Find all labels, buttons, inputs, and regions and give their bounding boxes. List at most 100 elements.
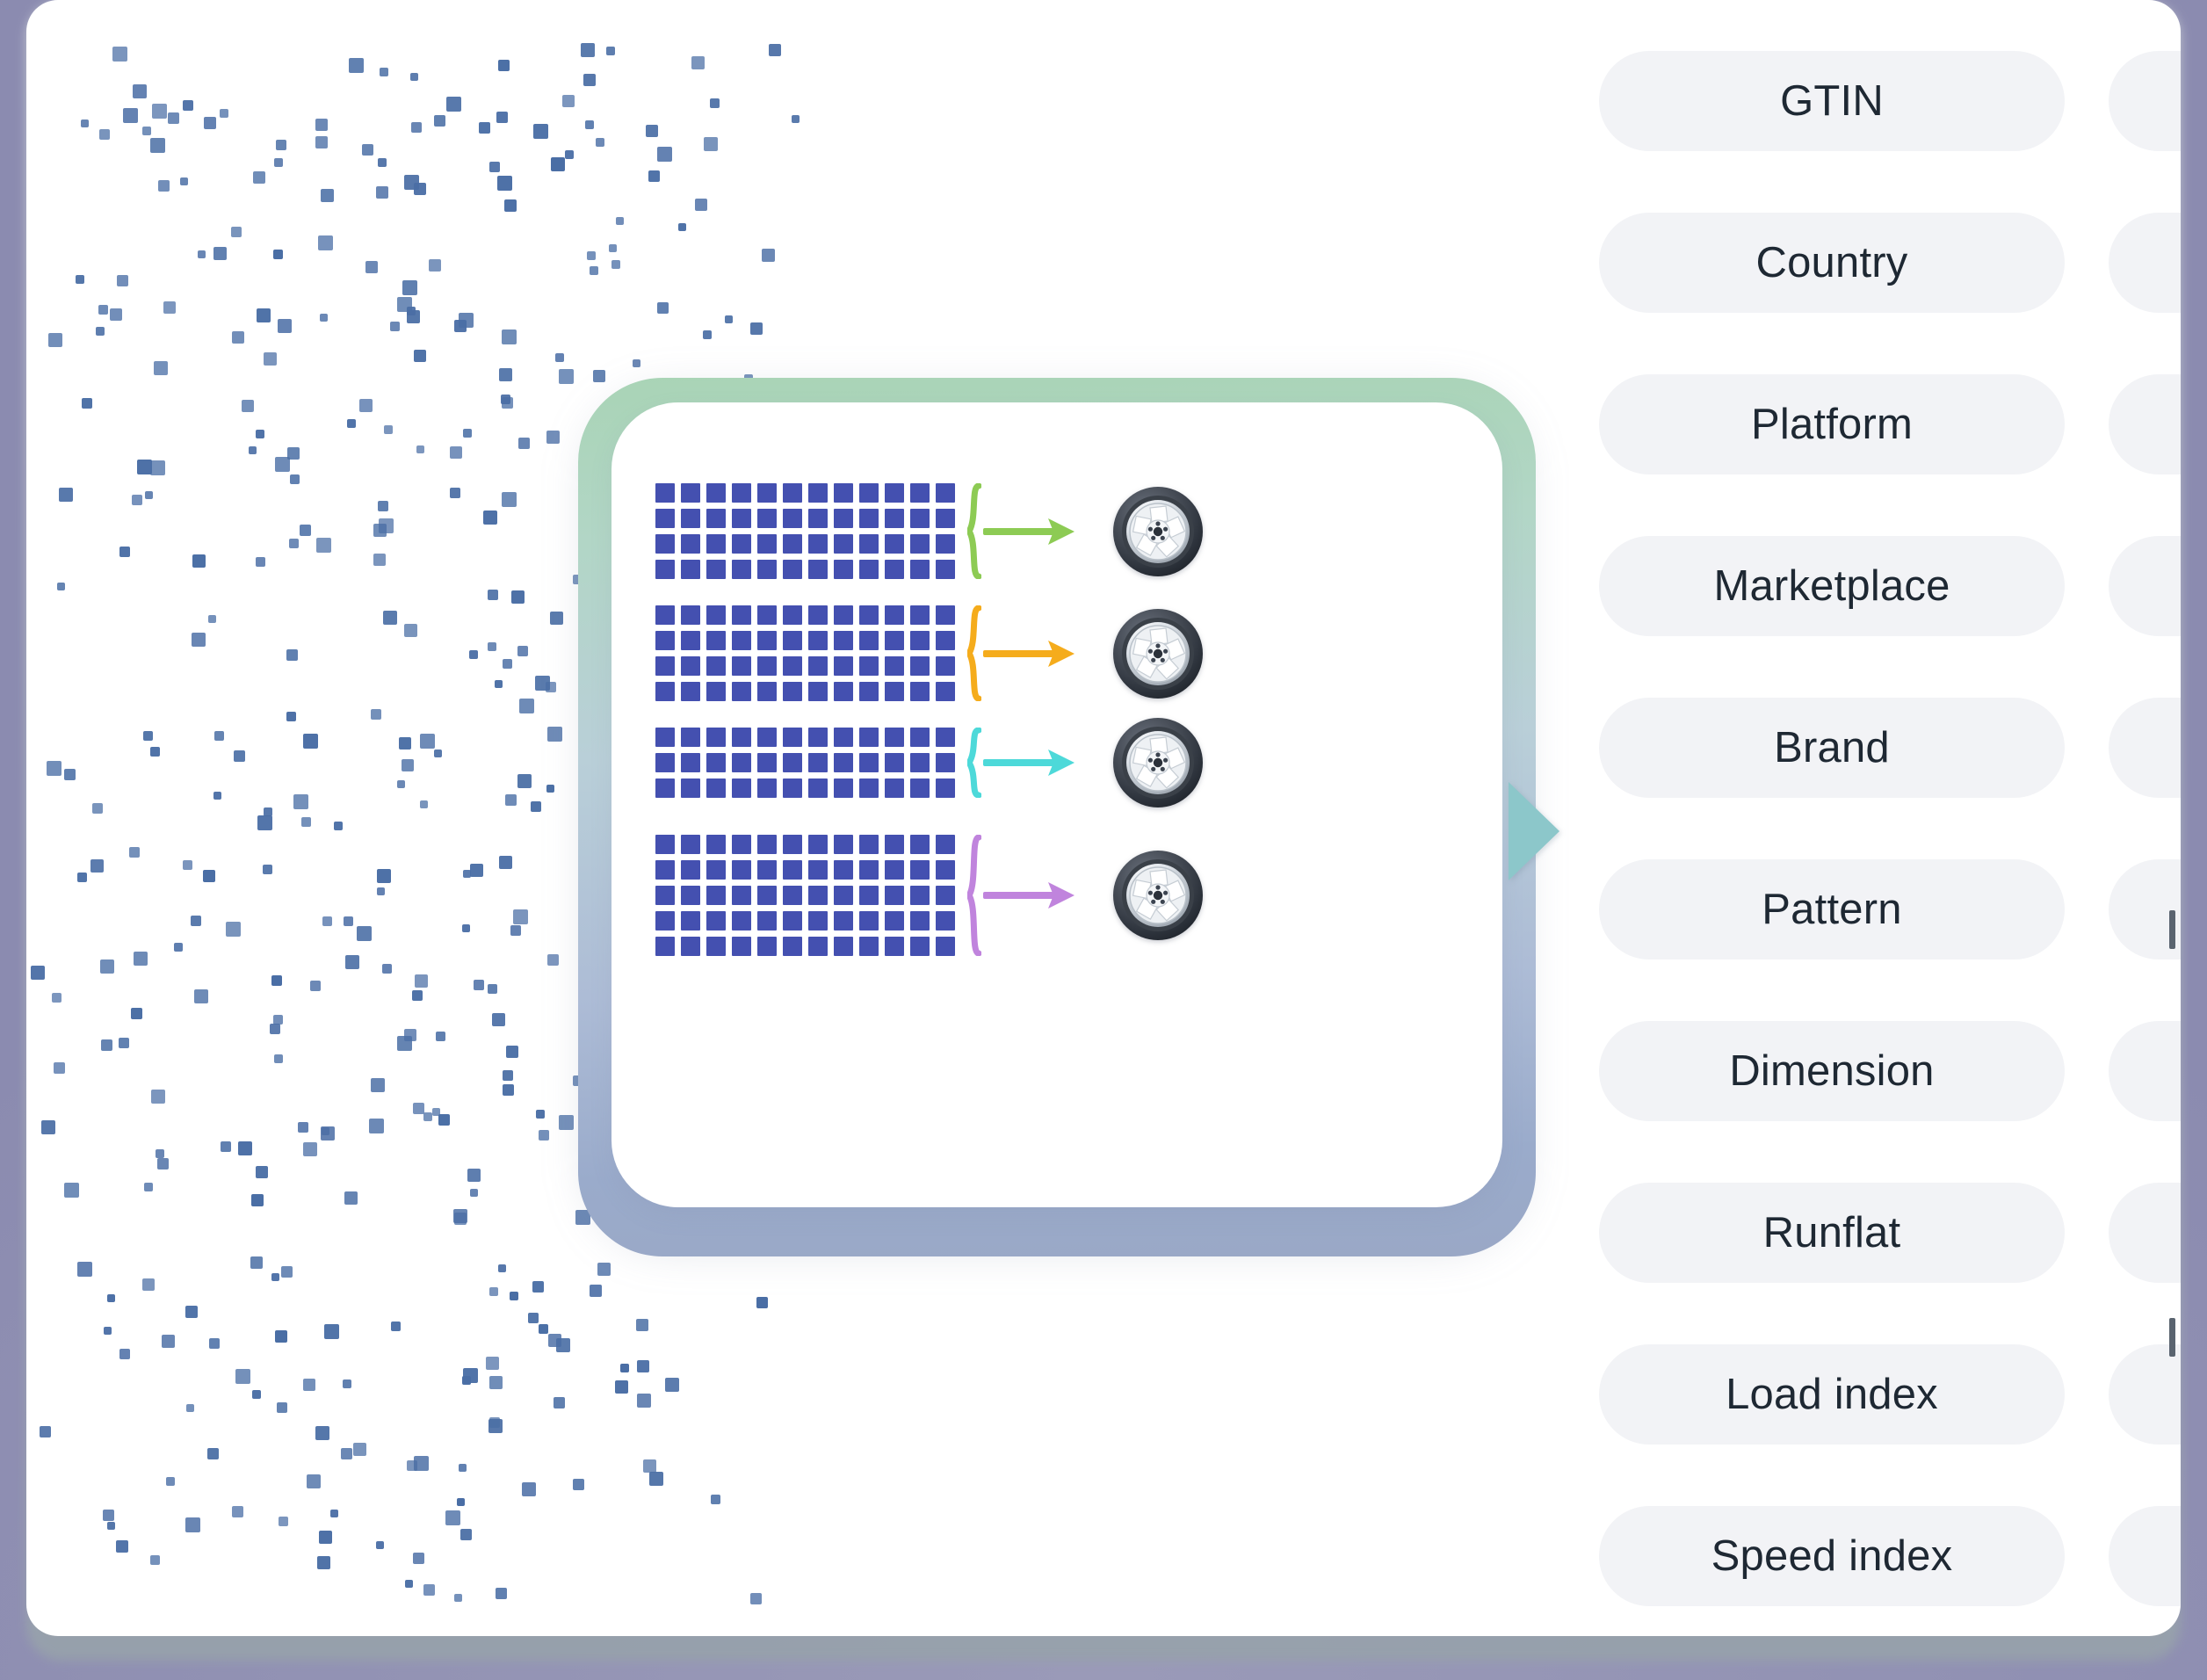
record-tile [757,778,777,798]
speckle-dot [358,399,373,413]
record-tile [655,778,675,798]
record-tile [706,483,726,503]
cluster-group [655,835,1429,956]
attribute-pill-clipped[interactable] [2109,1021,2181,1121]
speckle-dot [103,1510,115,1522]
record-tile [834,937,853,956]
attribute-pill-clipped[interactable] [2109,1344,2181,1445]
record-tile [655,937,675,956]
record-tile [885,560,904,579]
attribute-pill[interactable]: Dimension [1599,1021,2065,1121]
record-tile [655,860,675,880]
attribute-pill-clipped[interactable] [2109,698,2181,798]
record-tile [808,656,828,676]
record-tile [757,631,777,650]
record-tile [885,534,904,554]
group-connector [967,835,1082,956]
attribute-pill[interactable]: Speed index [1599,1506,2065,1606]
speckle-dot [281,1266,293,1278]
record-tile [859,860,879,880]
record-tile [808,682,828,701]
speckle-dot [458,1464,467,1472]
attribute-pill[interactable]: Load index [1599,1344,2065,1445]
speckle-dot [155,1148,164,1158]
speckle-dot [151,1089,166,1104]
record-tile [885,682,904,701]
record-tile [808,534,828,554]
attribute-pill[interactable]: Country [1599,213,2065,313]
attribute-pill-clipped[interactable] [2109,1506,2181,1606]
speckle-dot [535,1110,545,1119]
record-tile [655,483,675,503]
speckle-dot [605,47,615,55]
speckle-dot [479,121,491,134]
speckle-dot [185,1305,198,1318]
speckle-dot [691,56,705,70]
speckle-dot [491,1013,505,1026]
record-tile [783,560,802,579]
record-tile [834,631,853,650]
record-tile [681,886,700,905]
record-tile [655,886,675,905]
speckle-dot [378,518,394,534]
speckle-dot [273,157,283,167]
speckle-dot [517,773,532,788]
speckle-dot [402,758,414,771]
record-tile [783,509,802,528]
speckle-dot [198,250,206,259]
attribute-pill[interactable]: Platform [1599,374,2065,474]
attribute-pill-clipped[interactable] [2109,536,2181,636]
speckle-dot [116,1539,129,1553]
curly-brace-icon [967,483,981,579]
attribute-pill[interactable]: Runflat [1599,1183,2065,1283]
speckle-dot [46,760,62,776]
speckle-dot [648,1471,663,1486]
speckle-dot [368,1119,384,1134]
curly-brace-icon [967,728,981,798]
speckle-dot [133,84,147,99]
speckle-dot [263,807,272,816]
tire-wheel-icon [1111,716,1205,809]
record-tile [808,605,828,625]
attribute-pill-clipped[interactable] [2109,51,2181,151]
speckle-dot [376,887,385,895]
speckle-dot [454,1593,462,1602]
attribute-pill[interactable]: GTIN [1599,51,2065,151]
speckle-dot [678,222,687,231]
speckle-dot [656,302,669,315]
attribute-pill-clipped[interactable] [2109,213,2181,313]
attribute-pill[interactable]: Marketplace [1599,536,2065,636]
speckle-dot [503,199,517,213]
speckle-dot [319,314,328,322]
record-tile [706,509,726,528]
group-connector [967,483,1082,579]
speckle-dot [153,360,168,375]
record-tile [783,860,802,880]
speckle-dot [646,124,659,137]
speckle-dot [469,649,478,659]
speckle-dot [174,942,184,952]
record-tile [681,753,700,772]
attribute-pill[interactable]: Brand [1599,698,2065,798]
speckle-dot [756,1297,768,1309]
speckle-dot [614,1380,628,1394]
speckle-dot [53,1062,65,1075]
speckle-dot [531,801,542,813]
record-tile [681,778,700,798]
record-tile [732,605,751,625]
attribute-pill-clipped[interactable] [2109,1183,2181,1283]
attribute-pill-clipped[interactable] [2109,374,2181,474]
speckle-dot [293,793,308,809]
speckle-dot [149,138,165,154]
speckle-dot [406,310,420,324]
speckle-dot [415,974,429,988]
record-tile [655,631,675,650]
record-tile [706,835,726,854]
speckle-dot [497,1264,506,1273]
attribute-pill[interactable]: Pattern [1599,859,2065,959]
speckle-dot [463,869,471,878]
speckle-dot [352,1443,366,1457]
speckle-dot [167,112,179,125]
speckle-dot [316,538,332,554]
speckle-dot [161,1335,175,1349]
